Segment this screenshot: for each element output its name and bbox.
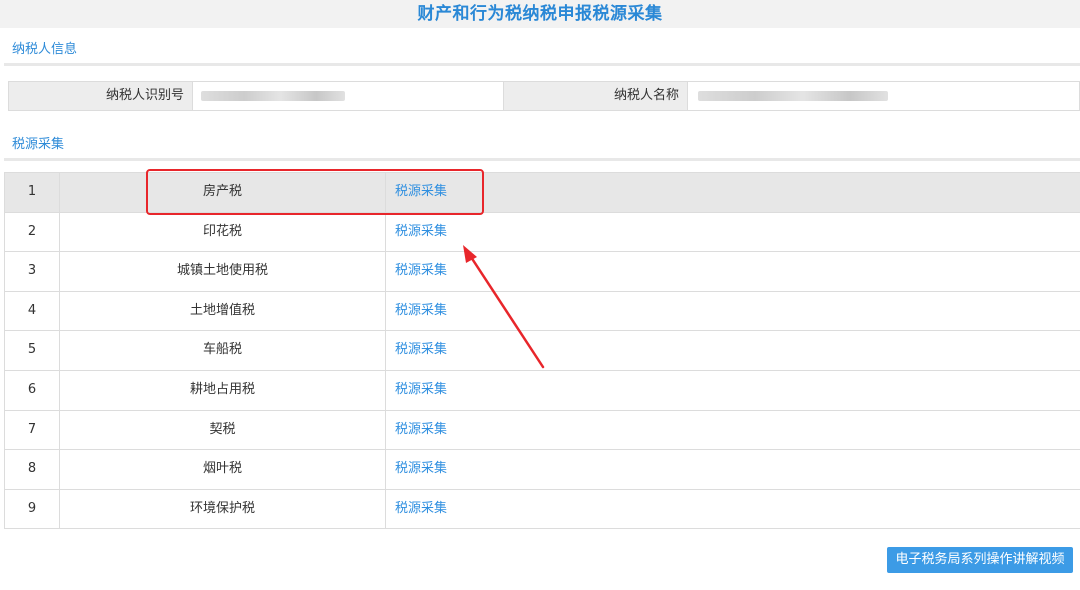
page-header: 财产和行为税纳税申报税源采集 — [0, 0, 1080, 28]
row-index: 6 — [5, 370, 60, 410]
row-index: 3 — [5, 252, 60, 291]
table-row: 3 城镇土地使用税 税源采集 — [5, 252, 1080, 292]
tax-source-collect-link[interactable]: 税源采集 — [386, 252, 1080, 291]
tax-name: 印花税 — [60, 212, 386, 252]
tax-name: 耕地占用税 — [60, 370, 386, 410]
tax-name: 城镇土地使用税 — [60, 252, 386, 291]
tab-tax-source-label: 税源采集 — [12, 137, 65, 152]
table-row: 9 环境保护税 税源采集 — [5, 489, 1080, 530]
row-index: 4 — [5, 291, 60, 331]
row-index: 1 — [5, 173, 60, 212]
tax-name: 烟叶税 — [60, 450, 386, 489]
row-index: 9 — [5, 489, 60, 529]
taxpayer-id-value — [193, 82, 504, 110]
table-row: 1 房产税 税源采集 — [5, 173, 1080, 213]
taxpayer-id-label: 纳税人识别号 — [9, 82, 193, 110]
table-row: 4 土地增值税 税源采集 — [5, 291, 1080, 332]
tax-source-collect-link[interactable]: 税源采集 — [386, 450, 1080, 489]
tab-taxpayer-info[interactable]: 纳税人信息 — [4, 36, 86, 66]
tab-taxpayer-info-label: 纳税人信息 — [12, 42, 78, 57]
tax-name: 环境保护税 — [60, 489, 386, 529]
page-title: 财产和行为税纳税申报税源采集 — [417, 4, 663, 24]
section-divider — [4, 158, 1080, 161]
tax-source-collect-link[interactable]: 税源采集 — [386, 292, 1080, 331]
redaction-mask — [698, 91, 888, 101]
table-row: 5 车船税 税源采集 — [5, 331, 1080, 371]
row-index: 5 — [5, 331, 60, 370]
taxpayer-name-value — [688, 82, 1079, 110]
taxpayer-name-label: 纳税人名称 — [504, 82, 688, 110]
tax-source-collect-link[interactable]: 税源采集 — [386, 411, 1080, 450]
tax-name: 车船税 — [60, 331, 386, 370]
table-row: 6 耕地占用税 税源采集 — [5, 370, 1080, 411]
row-index: 7 — [5, 410, 60, 450]
tax-source-collect-link[interactable]: 税源采集 — [386, 371, 1080, 410]
table-row: 8 烟叶税 税源采集 — [5, 450, 1080, 490]
tax-source-collect-link[interactable]: 税源采集 — [386, 173, 1080, 212]
tab-tax-source[interactable]: 税源采集 — [4, 131, 73, 161]
tax-name: 契税 — [60, 410, 386, 450]
redaction-mask — [201, 91, 345, 101]
row-index: 8 — [5, 450, 60, 489]
tax-name: 房产税 — [60, 173, 386, 212]
tax-source-collect-link[interactable]: 税源采集 — [386, 490, 1080, 529]
tax-name: 土地增值税 — [60, 291, 386, 331]
section-divider — [4, 63, 1080, 66]
tutorial-video-button[interactable]: 电子税务局系列操作讲解视频 — [887, 547, 1073, 573]
table-row: 2 印花税 税源采集 — [5, 212, 1080, 253]
table-row: 7 契税 税源采集 — [5, 410, 1080, 451]
taxpayer-info-table: 纳税人识别号 纳税人名称 — [8, 81, 1080, 111]
tax-source-collect-link[interactable]: 税源采集 — [386, 331, 1080, 370]
tax-source-collect-link[interactable]: 税源采集 — [386, 213, 1080, 252]
row-index: 2 — [5, 212, 60, 252]
tax-source-table: 1 房产税 税源采集 2 印花税 税源采集 3 城镇土地使用税 税源采集 4 土… — [4, 172, 1080, 530]
